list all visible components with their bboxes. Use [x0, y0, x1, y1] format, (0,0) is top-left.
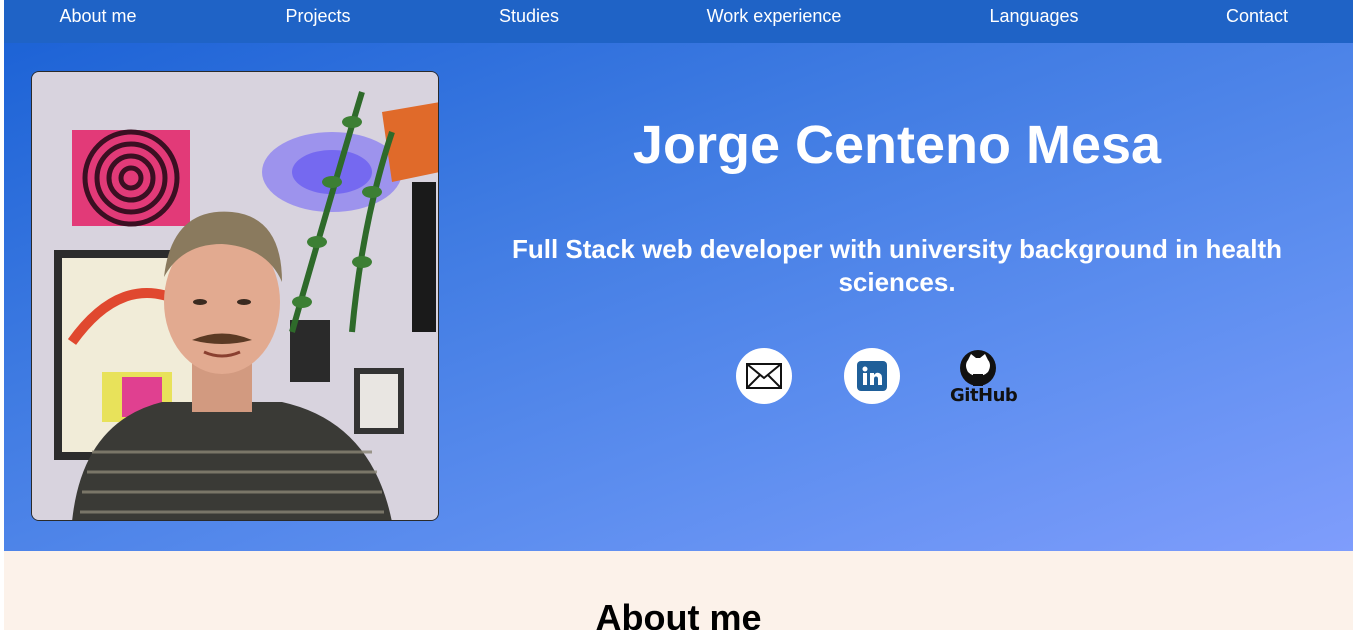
page-bottom-edge	[0, 630, 1353, 641]
linkedin-icon	[844, 348, 900, 404]
nav-link-about-me[interactable]: About me	[59, 0, 136, 32]
top-navbar: About me Projects Studies Work experienc…	[4, 0, 1353, 43]
nav-link-work-experience[interactable]: Work experience	[707, 0, 842, 32]
hero-tagline: Full Stack web developer with university…	[511, 234, 1283, 297]
nav-link-projects[interactable]: Projects	[285, 0, 350, 32]
about-section: About me	[4, 551, 1353, 641]
nav-link-studies[interactable]: Studies	[499, 0, 559, 32]
linkedin-link[interactable]	[844, 348, 900, 404]
hero-section: Jorge Centeno Mesa Full Stack web develo…	[4, 43, 1353, 551]
nav-link-contact[interactable]: Contact	[1226, 0, 1288, 32]
nav-link-languages[interactable]: Languages	[989, 0, 1078, 32]
profile-photo	[31, 71, 439, 521]
portfolio-page: About me Projects Studies Work experienc…	[0, 0, 1353, 641]
github-label: GitHub	[950, 385, 1018, 406]
hero-name: Jorge Centeno Mesa	[632, 115, 1162, 175]
profile-photo-illustration	[32, 72, 438, 520]
envelope-icon	[736, 348, 792, 404]
email-link[interactable]	[736, 348, 792, 404]
github-link[interactable]: GitHub	[950, 348, 1018, 408]
